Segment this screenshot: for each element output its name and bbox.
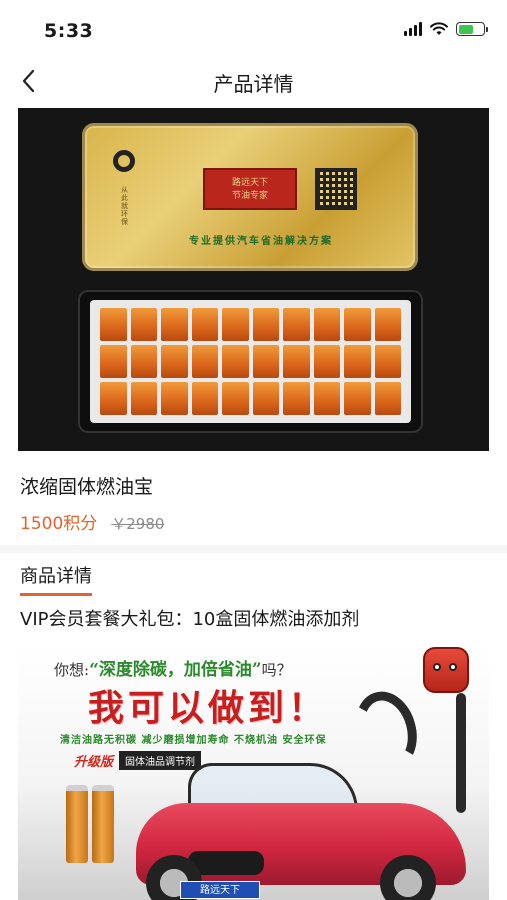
seal-line-2: 节油专家 [231, 191, 268, 201]
fuel-cube [222, 382, 249, 415]
fuel-cube [344, 345, 371, 378]
fuel-cube [161, 382, 188, 415]
question-suffix: 吗？ [261, 661, 292, 679]
fuel-cube [252, 382, 279, 415]
fuel-cube [374, 308, 401, 341]
price-row: 1500积分 ￥2980 [20, 509, 164, 534]
section-divider [0, 545, 507, 553]
bottle-icon [66, 785, 88, 863]
fuel-cube [374, 382, 401, 415]
price-original: ￥2980 [111, 515, 165, 533]
fuel-cube [344, 308, 371, 341]
detail-image[interactable]: 你想:“深度除碳，加倍省油”吗？ 我可以做到！ 清洁油路无积碳 减少磨损增加寿命… [18, 643, 489, 900]
question-line: 你想:“深度除碳，加倍省油”吗？ [54, 655, 292, 680]
fuel-cube [222, 345, 249, 378]
product-name: 浓缩固体燃油宝 [20, 476, 154, 498]
status-time: 5:33 [44, 20, 94, 42]
feature-list: 清洁油路无积碳 减少磨损增加寿命 不烧机油 安全环保 [60, 735, 327, 746]
fuel-cube [252, 308, 279, 341]
fuel-cube [374, 345, 401, 378]
page-title: 产品详情 [213, 72, 294, 96]
fuel-cube [283, 382, 310, 415]
tray-inner [90, 300, 411, 423]
fuel-cube [100, 382, 127, 415]
fuel-cube [191, 382, 218, 415]
pump-pipe [456, 693, 466, 813]
fuel-hose [346, 684, 426, 778]
upgrade-tag: 升级版 [74, 755, 114, 770]
fuel-cube [130, 345, 157, 378]
fuel-cube [283, 308, 310, 341]
fuel-cube [313, 345, 340, 378]
lid-slogan: 专业提供汽车省油解决方案 [189, 236, 333, 247]
box-lid: 从此就环保 路远天下 节油专家 专业提供汽车省油解决方案 [82, 123, 418, 271]
battery-icon [456, 22, 488, 36]
qr-code-icon [315, 168, 357, 210]
big-slogan: 我可以做到！ [88, 687, 329, 729]
price-points: 1500积分 [20, 514, 98, 534]
lid-seal: 路远天下 节油专家 [203, 168, 297, 210]
fuel-cube [222, 308, 249, 341]
fuel-cube [161, 308, 188, 341]
fuel-cube [191, 345, 218, 378]
signal-icon [404, 22, 422, 36]
lid-side-text: 从此就环保 [121, 186, 128, 226]
fuel-cube [100, 308, 127, 341]
wifi-icon [430, 22, 448, 35]
license-plate: 路远天下 [180, 881, 260, 899]
fuel-tray [78, 290, 423, 433]
nav-bar: 产品详情 [0, 56, 507, 106]
fuel-cube [130, 308, 157, 341]
fuel-cube [313, 382, 340, 415]
fuel-cube [130, 382, 157, 415]
upgrade-subtitle: 固体油品调节剂 [119, 751, 202, 770]
fuel-cube [191, 308, 218, 341]
mascot-eye [433, 663, 441, 671]
bottle-icon [92, 785, 114, 863]
fuel-cube [161, 345, 188, 378]
fuel-cube [283, 345, 310, 378]
product-description: VIP会员套餐大礼包：10盒固体燃油添加剂 [20, 609, 360, 630]
fuel-cube [344, 382, 371, 415]
fuel-cube [313, 308, 340, 341]
upgrade-line: 升级版 固体油品调节剂 [74, 751, 202, 770]
mascot-eye [449, 663, 457, 671]
lid-ring [113, 150, 135, 172]
question-prefix: 你想: [54, 661, 90, 679]
status-icons [404, 22, 488, 36]
tab-product-details[interactable]: 商品详情 [20, 562, 92, 596]
fuel-cube [100, 345, 127, 378]
battery-level [458, 24, 473, 34]
fuel-pump-mascot-icon [423, 647, 469, 693]
seal-line-1: 路远天下 [231, 178, 268, 188]
status-bar: 5:33 [0, 0, 507, 56]
fuel-cube [252, 345, 279, 378]
question-quote: “深度除碳，加倍省油” [89, 660, 262, 680]
product-image[interactable]: 从此就环保 路远天下 节油专家 专业提供汽车省油解决方案 [18, 108, 489, 451]
